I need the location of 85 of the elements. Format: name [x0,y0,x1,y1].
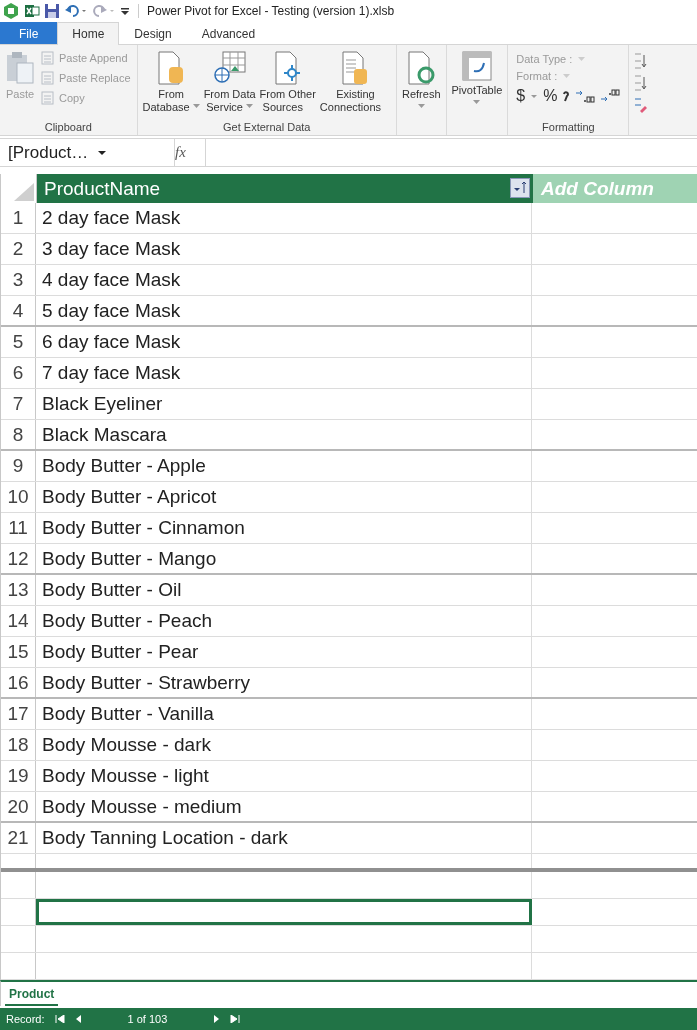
row-number: 19 [1,761,36,791]
table-cell: Black Eyeliner [36,389,532,419]
data-source-button[interactable]: From Data Service [202,49,257,117]
table-cell: Body Butter - Peach [36,606,532,636]
row-number: 3 [1,265,36,295]
row-number: 8 [1,420,36,449]
document-icon [40,90,56,107]
row-number: 12 [1,544,36,573]
row-number: 7 [1,389,36,419]
decrease-decimal-icon[interactable] [600,89,621,104]
row-number: 14 [1,606,36,636]
document-icon [40,70,56,87]
group-label: Get External Data [222,121,312,134]
clear-sort-icon[interactable] [633,97,648,114]
increase-decimal-icon[interactable] [575,89,596,104]
window-title: Power Pivot for Excel - Testing (version 1).xlsb [147,4,395,18]
data-source-button[interactable]: From Other Sources [258,49,317,117]
percent-button[interactable]: % [543,87,558,106]
first-record-icon[interactable] [54,1014,65,1023]
pivot-table-icon [461,51,492,82]
row-number: 11 [1,513,36,543]
table-cell: 7 day face Mask [36,358,532,388]
table-cell: Body Butter - Pear [36,637,532,667]
row-number: 6 [1,358,36,388]
table-cell: Body Butter - Strawberry [36,668,532,697]
row-number: 4 [1,296,36,325]
table-cell: 3 day face Mask [36,234,532,264]
record-label: Record: [6,1012,45,1025]
row-number: 17 [1,699,36,729]
table-cell: Body Butter - Mango [36,544,532,573]
row-number: 5 [1,327,36,357]
table-cell: Body Butter - Oil [36,575,532,605]
row-number: 21 [1,823,36,853]
sort-filter-icon[interactable] [510,178,530,198]
column-header[interactable]: ProductName [37,174,533,203]
currency-button[interactable]: $ [516,87,526,106]
group-label: Formatting [541,121,596,134]
table-cell: Body Mousse - medium [36,792,532,821]
selected-calc-cell[interactable] [36,899,532,925]
comma-style-icon[interactable] [562,89,571,104]
data-type-label: Data Type : [516,53,573,66]
clipboard-icon [5,51,35,86]
table-cell: 6 day face Mask [36,327,532,357]
row-number: 13 [1,575,36,605]
table-cell: Body Mousse - dark [36,730,532,760]
row-number: 16 [1,668,36,697]
table-cell: Black Mascara [36,420,532,449]
format-label: Format : [516,70,558,83]
excel-icon[interactable] [24,3,40,19]
table-cell: Body Tanning Location - dark [36,823,532,853]
ribbon-tab[interactable]: Home [57,22,120,46]
row-number: 9 [1,451,36,481]
next-record-icon[interactable] [212,1014,221,1023]
undo-icon[interactable] [64,3,88,19]
row-number: 2 [1,234,36,264]
caret-icon[interactable] [530,92,539,101]
table-cell: Body Butter - Apple [36,451,532,481]
data-source-button[interactable]: From Database [141,49,201,117]
row-number: 18 [1,730,36,760]
row-number: 20 [1,792,36,821]
table-cell: Body Butter - Apricot [36,482,532,512]
record-position: 1 of 103 [127,1012,168,1025]
table-cell: Body Butter - Vanilla [36,699,532,729]
group-label: Clipboard [43,121,93,134]
row-number: 15 [1,637,36,667]
table-cell: 2 day face Mask [36,203,532,233]
row-number: 10 [1,482,36,512]
table-cell: Body Mousse - light [36,761,532,791]
sort-ascending-icon[interactable] [633,53,648,70]
save-icon[interactable] [44,3,60,19]
data-source-button[interactable]: Existing Connections [318,49,392,117]
name-box[interactable]: [Product… [0,139,175,166]
refresh-button[interactable]: Refresh [401,49,442,115]
customize-icon[interactable] [120,5,130,17]
document-icon [40,50,56,67]
pivottable-button[interactable]: PivotTable [450,49,504,111]
ribbon-tab[interactable]: File [0,22,58,45]
row-number: 1 [1,203,36,233]
globe-table-icon [212,51,247,86]
table-cell: 4 day face Mask [36,265,532,295]
last-record-icon[interactable] [230,1014,241,1023]
previous-record-icon[interactable] [74,1014,83,1023]
table-cell: 5 day face Mask [36,296,532,325]
sort-descending-icon[interactable] [633,75,648,92]
table-cell: Body Butter - Cinnamon [36,513,532,543]
